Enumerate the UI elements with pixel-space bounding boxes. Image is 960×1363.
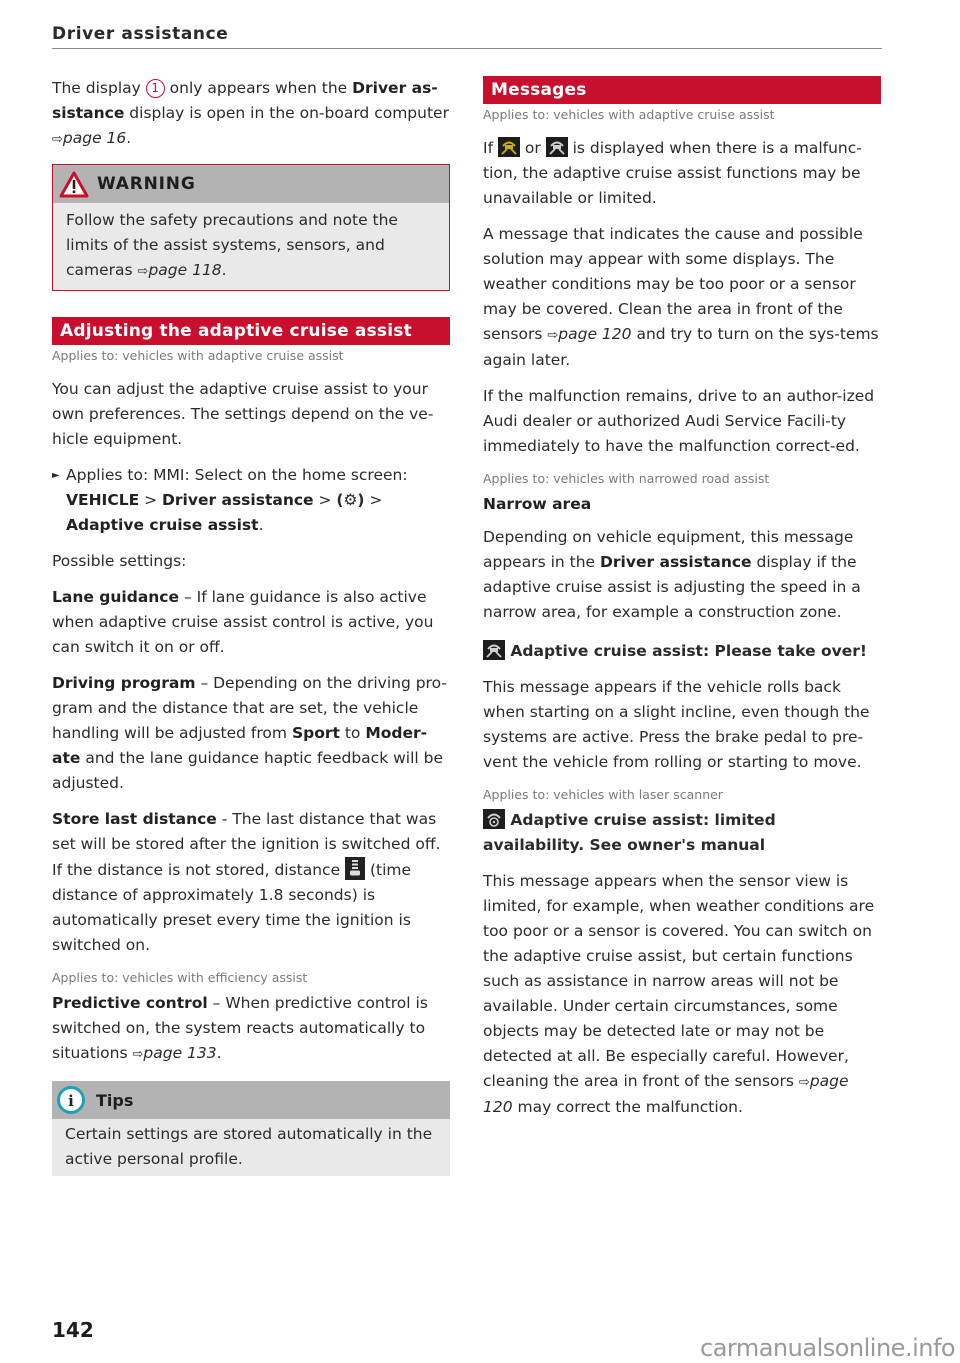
tips-label: Tips [96,1090,134,1110]
page-link[interactable]: ⇨page 133 [132,1044,216,1062]
tips-body: Certain settings are stored automaticall… [65,1125,433,1168]
narrow-area-paragraph: Depending on vehicle equipment, this mes… [483,528,861,621]
dealer-paragraph: If the malfunction remains, drive to an … [483,387,875,455]
callout-1-icon: 1 [145,79,165,98]
distance-level-icon [345,857,366,880]
arrow-right-icon: ⇨ [52,132,63,147]
settings-gear-icon: (⚙) [336,491,365,509]
applies-to-note: Applies to: vehicles with adaptive cruis… [483,107,775,122]
menu-path-driver-assistance: Driver assistance [162,491,314,509]
setting-store-last-distance: Store last distance - The last distance … [52,810,441,954]
message-take-over-title: Adaptive cruise assist: Please take over… [483,639,881,664]
page-link[interactable]: ⇨page 16 [52,129,126,147]
info-icon: i [57,1086,85,1114]
cruise-assist-grey-icon [483,640,505,660]
warning-header: WARNING [53,165,449,203]
cruise-assist-grey-icon [545,137,568,157]
warning-body: Follow the safety precautions and note t… [66,211,398,279]
tips-header: i Tips [52,1081,450,1119]
warning-label: WARNING [97,173,196,194]
message-limited-availability-text: This message appears when the sensor vie… [483,872,875,1116]
setting-driving-program: Driving program – Depending on the drivi… [52,674,447,792]
arrow-right-icon: ⇨ [132,1047,144,1062]
setting-predictive-control: Predictive control – When predictive con… [52,994,428,1062]
applies-to-note: Applies to: vehicles with narrowed road … [483,471,770,486]
cruise-assist-yellow-icon [497,137,520,157]
applies-to-note: Applies to: vehicles with laser scanner [483,787,723,802]
message-take-over-text: This message appears if the vehicle roll… [483,678,870,771]
warning-triangle-icon [59,171,89,197]
narrow-area-title: Narrow area [483,495,592,513]
page-number: 142 [52,1318,94,1342]
page-link[interactable]: ⇨page 120 [547,325,631,343]
message-limited-availability-title: Adaptive cruise assist: limited availabi… [483,809,776,854]
menu-path-vehicle: VEHICLE [66,491,140,509]
tips-box: i Tips Certain settings are stored autom… [52,1081,450,1176]
arrow-right-icon: ⇨ [137,264,149,279]
menu-path-adaptive-cruise: Adaptive cruise assist [66,516,259,534]
chapter-title: Driver assistance [52,24,229,44]
applies-to-note: Applies to: vehicles with adaptive cruis… [52,348,344,363]
bullet-triangle-icon: ► [52,470,60,481]
laser-scanner-icon [483,809,505,829]
instruction-step: ► Applies to: MMI: Select on the home sc… [52,463,450,538]
malfunction-paragraph: If or is displayed when there is a malfu… [483,137,862,207]
left-column: The display 1 only appears when the Driv… [52,76,450,1176]
intro-paragraph: The display 1 only appears when the Driv… [52,79,449,147]
page-link[interactable]: ⇨page 118 [138,261,222,279]
section-title-messages: Messages [483,76,881,104]
setting-lane-guidance: Lane guidance – If lane guidance is also… [52,588,434,656]
section-intro: You can adjust the adaptive cruise assis… [52,380,434,448]
warning-box: WARNING Follow the safety precautions an… [52,164,450,291]
page-header: Driver assistance [52,24,882,49]
cause-paragraph: A message that indicates the cause and p… [483,225,879,369]
arrow-right-icon: ⇨ [798,1075,810,1090]
possible-settings-label: Possible settings: [52,552,187,570]
svg-text:i: i [68,1092,74,1110]
watermark: carmanualsonline.info [700,1334,956,1362]
section-title-adjusting: Adjusting the adaptive cruise assist [52,317,450,345]
applies-to-note: Applies to: vehicles with efficiency ass… [52,970,308,985]
right-column: Messages Applies to: vehicles with adapt… [483,76,881,1131]
arrow-right-icon: ⇨ [547,328,559,343]
